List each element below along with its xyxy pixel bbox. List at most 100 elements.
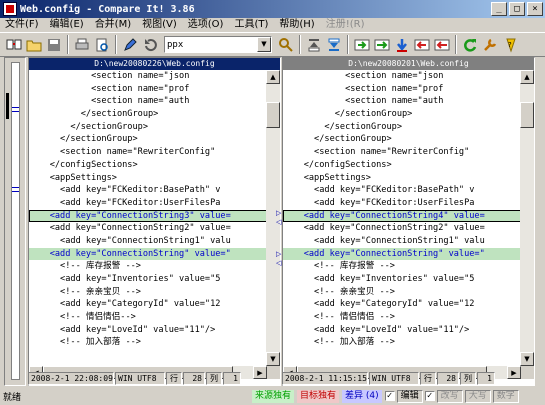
- print-button[interactable]: [72, 35, 91, 54]
- diff-line[interactable]: <add key="ConnectionString" value=": [29, 247, 267, 261]
- code-line[interactable]: <section name="RewriterConfig": [283, 146, 521, 159]
- code-line[interactable]: <add key="FCKeditor:BasePath" v: [283, 184, 521, 197]
- code-line[interactable]: <appSettings>: [283, 172, 521, 185]
- code-line[interactable]: <section name="auth: [29, 95, 267, 108]
- first-diff-button[interactable]: [304, 35, 323, 54]
- code-line[interactable]: <add key="Inventories" value="5: [29, 273, 267, 286]
- scroll-down-icon[interactable]: ▼: [520, 352, 534, 366]
- diff-line[interactable]: <add key="ConnectionString3" value=: [29, 209, 267, 223]
- code-line[interactable]: <appSettings>: [29, 172, 267, 185]
- code-line[interactable]: <add key="FCKeditor:UserFilesPa: [283, 197, 521, 210]
- overview-diff-mark: [12, 187, 19, 188]
- diff-line[interactable]: <add key="ConnectionString4" value=: [283, 209, 521, 223]
- toolbar-separator: [299, 35, 301, 54]
- code-line[interactable]: <add key="FCKeditor:BasePath" v: [29, 184, 267, 197]
- right-code-view[interactable]: <section name="json <section name="prof …: [283, 70, 521, 366]
- menu-item[interactable]: 文件(F): [0, 18, 45, 32]
- code-line[interactable]: </sectionGroup>: [283, 121, 521, 134]
- help-button[interactable]: ?: [500, 35, 519, 54]
- scroll-up-icon[interactable]: ▲: [520, 70, 534, 84]
- code-line[interactable]: <!-- 亲亲宝贝 -->: [283, 286, 521, 299]
- diff-line[interactable]: <add key="ConnectionString" value=": [283, 247, 521, 261]
- code-line[interactable]: </sectionGroup>: [29, 121, 267, 134]
- window-title: Web.config - Compare It! 3.86: [20, 3, 195, 15]
- copy-block-left-button[interactable]: [432, 35, 451, 54]
- menu-item[interactable]: 选项(O): [183, 18, 230, 32]
- code-line[interactable]: <add key="FCKeditor:UserFilesPa: [29, 197, 267, 210]
- copy-to-left-button[interactable]: [412, 35, 431, 54]
- compare-folders-button[interactable]: [4, 35, 23, 54]
- code-line[interactable]: <add key="CategoryId" value="12: [283, 298, 521, 311]
- minimize-button[interactable]: _: [491, 2, 507, 16]
- code-line[interactable]: <section name="RewriterConfig": [29, 146, 267, 159]
- right-row-label: 行: [420, 372, 436, 385]
- code-line[interactable]: <section name="prof: [283, 83, 521, 96]
- menu-item[interactable]: 帮助(H): [274, 18, 320, 32]
- code-line[interactable]: <!-- 情侣情侣-->: [29, 311, 267, 324]
- diff-arrow-icon[interactable]: ◁: [276, 259, 281, 267]
- code-line[interactable]: <add key="LoveId" value="11"/>: [283, 324, 521, 337]
- menu-item[interactable]: 工具(T): [229, 18, 274, 32]
- left-code-view[interactable]: <section name="json <section name="prof …: [29, 70, 267, 366]
- code-line[interactable]: <section name="json: [29, 70, 267, 83]
- code-line[interactable]: <section name="prof: [29, 83, 267, 96]
- diff-overview-bar[interactable]: [4, 57, 26, 386]
- code-line[interactable]: </configSections>: [29, 159, 267, 172]
- scroll-up-icon[interactable]: ▲: [266, 70, 280, 84]
- merge-down-button[interactable]: [392, 35, 411, 54]
- code-line[interactable]: </sectionGroup>: [29, 133, 267, 146]
- code-line[interactable]: </sectionGroup>: [29, 108, 267, 121]
- right-vertical-scrollbar[interactable]: ▲ ▼: [520, 70, 534, 366]
- pencil-icon: [123, 37, 137, 51]
- save-button[interactable]: [44, 35, 63, 54]
- code-line[interactable]: <section name="json: [283, 70, 521, 83]
- diff-arrow-icon[interactable]: ▷: [276, 250, 281, 258]
- app-icon[interactable]: [3, 2, 17, 16]
- menu-item[interactable]: 注册!(R): [321, 18, 371, 32]
- edit-button[interactable]: [120, 35, 139, 54]
- menu-item[interactable]: 合并(M): [90, 18, 137, 32]
- code-line[interactable]: <add key="ConnectionString1" valu: [283, 235, 521, 248]
- right-scroll-thumb[interactable]: [520, 102, 534, 128]
- copy-block-right-button[interactable]: [372, 35, 391, 54]
- diff-arrow-icon[interactable]: ◁: [276, 218, 281, 226]
- code-line[interactable]: <!-- 情侣情侣 -->: [283, 311, 521, 324]
- code-line[interactable]: </configSections>: [283, 159, 521, 172]
- filter-combo[interactable]: ▼: [164, 36, 272, 53]
- options-button[interactable]: [480, 35, 499, 54]
- code-line[interactable]: <add key="Inventories" value="5: [283, 273, 521, 286]
- refresh-button[interactable]: [460, 35, 479, 54]
- close-button[interactable]: ×: [527, 2, 543, 16]
- diff-checkbox[interactable]: ✓: [384, 391, 395, 401]
- code-line[interactable]: <add key="ConnectionString2" value=: [29, 222, 267, 235]
- scroll-down-icon[interactable]: ▼: [266, 352, 280, 366]
- code-line[interactable]: <add key="ConnectionString1" valu: [29, 235, 267, 248]
- code-line[interactable]: <section name="auth: [283, 95, 521, 108]
- left-scroll-thumb[interactable]: [266, 102, 280, 128]
- code-line[interactable]: <!-- 库存报警 -->: [29, 260, 267, 273]
- code-line[interactable]: <!-- 亲亲宝贝 -->: [29, 286, 267, 299]
- chevron-down-icon[interactable]: ▼: [257, 37, 271, 52]
- open-folder-button[interactable]: [24, 35, 43, 54]
- copy-to-right-button[interactable]: [352, 35, 371, 54]
- last-diff-button[interactable]: [324, 35, 343, 54]
- help-icon: ?: [505, 38, 516, 53]
- code-line[interactable]: </sectionGroup>: [283, 133, 521, 146]
- code-line[interactable]: <!-- 库存报警 -->: [283, 260, 521, 273]
- filter-input[interactable]: [165, 37, 255, 53]
- code-line[interactable]: <!-- 加入部落 -->: [29, 336, 267, 349]
- code-line[interactable]: </sectionGroup>: [283, 108, 521, 121]
- code-line[interactable]: <!-- 加入部落 -->: [283, 336, 521, 349]
- code-line[interactable]: <add key="CategoryId" value="12: [29, 298, 267, 311]
- menu-item[interactable]: 编辑(E): [45, 18, 90, 32]
- source-only-legend: 来源独有: [252, 389, 295, 403]
- code-line[interactable]: <add key="ConnectionString2" value=: [283, 222, 521, 235]
- edit-checkbox[interactable]: ✓: [424, 391, 435, 401]
- code-line[interactable]: <add key="LoveId" value="11"/>: [29, 324, 267, 337]
- print-preview-button[interactable]: [92, 35, 111, 54]
- diff-arrow-icon[interactable]: ▷: [276, 209, 281, 217]
- maximize-button[interactable]: □: [509, 2, 525, 16]
- undo-button[interactable]: [140, 35, 159, 54]
- menu-item[interactable]: 视图(V): [137, 18, 183, 32]
- find-button[interactable]: [276, 35, 295, 54]
